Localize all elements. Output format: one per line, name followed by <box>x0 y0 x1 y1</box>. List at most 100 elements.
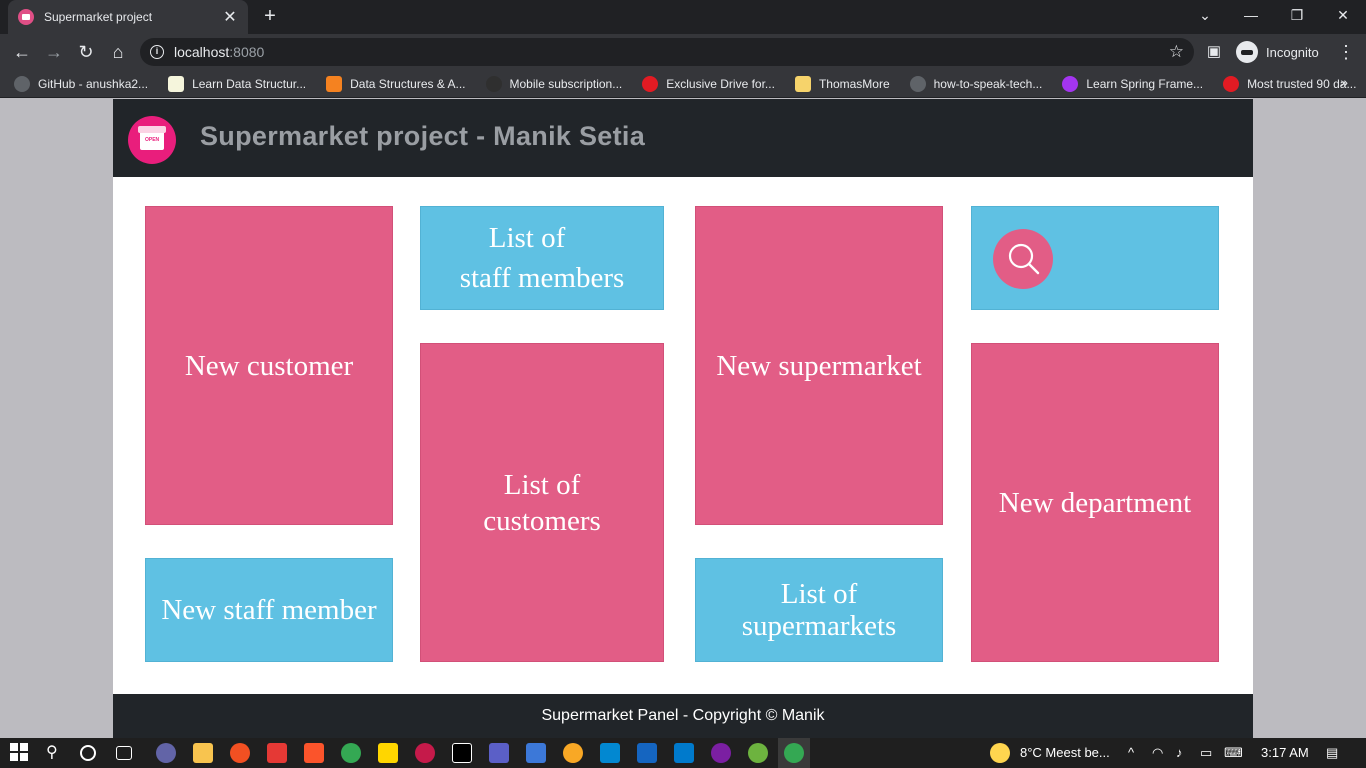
address-bar[interactable]: i localhost :8080 ☆ <box>140 38 1194 66</box>
bookmark-item[interactable]: GitHub - anushka2... <box>14 72 148 96</box>
codestudio-icon <box>326 75 343 92</box>
app-icon[interactable] <box>378 743 398 763</box>
tile-label: List of <box>780 578 858 610</box>
tile-label: List of <box>503 468 581 501</box>
github-icon <box>14 75 30 92</box>
tile-grid: New customer New staff member List of st… <box>113 177 1253 694</box>
tile-label: staff members <box>459 262 625 294</box>
app-icon[interactable] <box>230 743 250 763</box>
tile-label: New staff member <box>161 594 377 626</box>
mobile-icon <box>485 75 502 92</box>
site-info-icon[interactable]: i <box>150 45 164 59</box>
close-window-icon[interactable]: ✕ <box>1320 0 1366 34</box>
bookmark-item[interactable]: Data Structures & A... <box>326 72 466 96</box>
footer-text: Supermarket Panel - Copyright © Manik <box>541 707 825 724</box>
file-explorer-icon[interactable] <box>193 743 213 763</box>
side-panel-icon[interactable]: ▣ <box>1200 38 1228 66</box>
chrome-icon[interactable] <box>341 743 361 763</box>
tile-label: supermarkets <box>741 610 897 642</box>
weather-text[interactable]: 8°C Meest be... <box>1020 745 1110 760</box>
windows-taskbar: ⚲ 8°C Meest be... ^ ◠ ♪ ▭ ⌨ 3:17 AM ▤ <box>0 738 1366 768</box>
app-icon[interactable] <box>563 743 583 763</box>
app-icon[interactable] <box>637 743 657 763</box>
minimize-icon[interactable]: — <box>1228 0 1274 34</box>
volume-icon[interactable]: ♪ <box>1176 745 1183 760</box>
tile-label: New department <box>998 486 1192 519</box>
app-icon[interactable] <box>156 743 176 763</box>
browser-tab[interactable]: Supermarket project ✕ <box>8 0 248 34</box>
list-staff-members-tile[interactable]: List of staff members <box>420 206 664 310</box>
browser-toolbar: ← → ↻ ⌂ i localhost :8080 ☆ ▣ Incognito … <box>0 34 1366 70</box>
url-port: :8080 <box>229 44 265 60</box>
app-icon[interactable] <box>711 743 731 763</box>
keyboard-icon[interactable]: ⌨ <box>1224 745 1243 761</box>
app-icon[interactable] <box>600 743 620 763</box>
vscode-icon[interactable] <box>674 743 694 763</box>
cortana-icon[interactable] <box>80 745 96 761</box>
clock-time[interactable]: 3:17 AM <box>1261 745 1309 760</box>
chevron-up-icon[interactable]: ^ <box>1128 745 1134 760</box>
bookmark-item[interactable]: Exclusive Drive for... <box>642 72 775 96</box>
bookmark-item[interactable]: ThomasMore <box>794 72 890 96</box>
reload-icon[interactable]: ↻ <box>72 38 100 66</box>
menu-kebab-icon[interactable]: ⋮ <box>1332 38 1360 66</box>
supermarket-favicon-icon <box>18 9 34 25</box>
bookmark-item[interactable]: Most trusted 90 da... <box>1223 72 1356 96</box>
list-customers-tile[interactable]: List of customers <box>420 343 664 662</box>
search-icon[interactable] <box>993 229 1053 289</box>
weather-icon[interactable] <box>990 743 1010 763</box>
more-bookmarks-icon[interactable]: » <box>1340 74 1348 90</box>
restore-icon[interactable]: ❐ <box>1274 0 1320 34</box>
brave-icon[interactable] <box>304 743 324 763</box>
raspberry-icon[interactable] <box>415 743 435 763</box>
app-icon[interactable] <box>267 743 287 763</box>
search-tile[interactable] <box>971 206 1219 310</box>
chrome-active-icon[interactable] <box>778 738 810 768</box>
windows-start-icon[interactable] <box>10 743 30 763</box>
app-footer: Supermarket Panel - Copyright © Manik <box>113 694 1253 738</box>
tile-label: List of <box>488 222 566 254</box>
new-customer-tile[interactable]: New customer <box>145 206 393 525</box>
battery-icon[interactable]: ▭ <box>1200 745 1212 761</box>
tile-label: customers <box>483 504 601 537</box>
forward-arrow-icon[interactable]: → <box>40 38 68 66</box>
udemy-icon <box>1062 75 1079 92</box>
browser-tabstrip: Supermarket project ✕ + ⌄ — ❐ ✕ <box>0 0 1366 34</box>
back-arrow-icon[interactable]: ← <box>8 38 36 66</box>
tuf-icon <box>1223 75 1240 92</box>
tab-title: Supermarket project <box>44 10 153 24</box>
notification-icon[interactable]: ▤ <box>1326 745 1338 761</box>
bookmark-item[interactable]: how-to-speak-tech... <box>909 72 1042 96</box>
app-icon[interactable] <box>526 743 546 763</box>
task-view-icon[interactable] <box>116 746 132 760</box>
new-staff-member-tile[interactable]: New staff member <box>145 558 393 662</box>
new-department-tile[interactable]: New department <box>971 343 1219 662</box>
coding-ninjas-icon <box>168 75 185 92</box>
tile-label: New supermarket <box>716 349 922 382</box>
bookmark-item[interactable]: Mobile subscription... <box>485 72 622 96</box>
home-icon[interactable]: ⌂ <box>104 38 132 66</box>
new-supermarket-tile[interactable]: New supermarket <box>695 206 943 525</box>
folder-icon <box>794 75 811 92</box>
tile-label: New customer <box>184 349 354 382</box>
page-title: Supermarket project - Manik Setia <box>200 121 646 151</box>
bookmark-item[interactable]: Learn Spring Frame... <box>1062 72 1203 96</box>
close-tab-icon[interactable]: ✕ <box>222 7 238 27</box>
globe-icon <box>909 75 926 92</box>
bookmark-item[interactable]: Learn Data Structur... <box>168 72 306 96</box>
incognito-badge[interactable]: Incognito <box>1232 38 1324 66</box>
incognito-label: Incognito <box>1266 44 1319 60</box>
mega-icon <box>642 75 659 92</box>
search-icon[interactable]: ⚲ <box>46 743 66 763</box>
intellij-icon[interactable] <box>452 743 472 763</box>
tab-search-chevron-icon[interactable]: ⌄ <box>1182 0 1228 34</box>
spring-icon[interactable] <box>748 743 768 763</box>
new-tab-icon[interactable]: + <box>258 4 282 28</box>
incognito-icon <box>1236 41 1258 63</box>
bookmark-star-icon[interactable]: ☆ <box>1169 42 1184 62</box>
wifi-icon[interactable]: ◠ <box>1152 745 1163 761</box>
list-supermarkets-tile[interactable]: List of supermarkets <box>695 558 943 662</box>
page-viewport: Supermarket project - Manik Setia New cu… <box>0 99 1366 738</box>
teams-icon[interactable] <box>489 743 509 763</box>
app-header: Supermarket project - Manik Setia <box>113 99 1253 177</box>
